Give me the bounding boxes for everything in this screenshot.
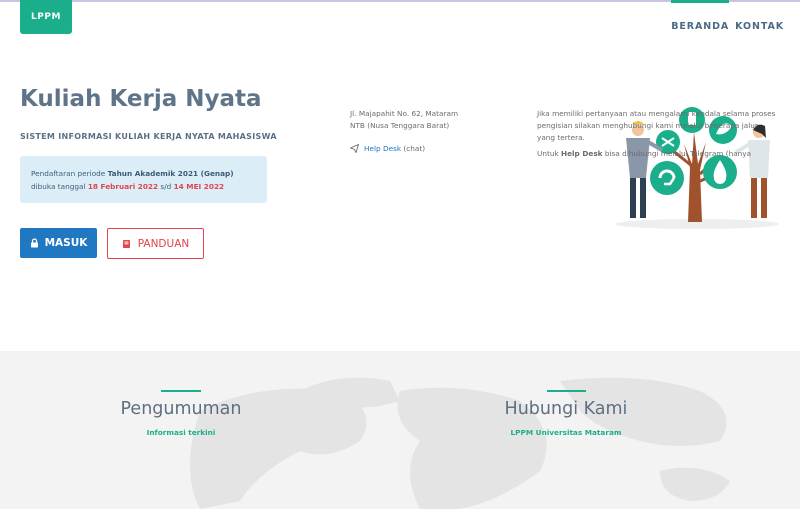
telegram-bold: Help Desk [561, 149, 603, 158]
notice-line-1: Pendaftaran periode Tahun Akademik 2021 … [31, 167, 267, 180]
masuk-label: MASUK [44, 237, 88, 249]
notice-end-date: 14 MEI 2022 [173, 182, 225, 191]
main-nav: BERANDA KONTAK [671, 0, 784, 40]
helpdesk-suffix: (chat) [401, 144, 426, 153]
contact-telegram-note: Untuk Help Desk bisa dihubungi melalui T… [537, 148, 777, 160]
masuk-button[interactable]: MASUK [20, 228, 97, 258]
paper-plane-icon [350, 144, 359, 153]
page-title: Kuliah Kerja Nyata [20, 86, 262, 112]
address-line-2: NTB (Nusa Tenggara Barat) [350, 121, 450, 130]
pengumuman-divider [161, 390, 201, 392]
notice-line-2: dibuka tanggal 18 Februari 2022 s/d 14 M… [31, 180, 267, 193]
telegram-rest: bisa dihubungi melalui Telegram (hanya [602, 149, 752, 158]
book-icon [122, 239, 130, 248]
logo[interactable]: LPPM [20, 0, 72, 34]
notice-date-prefix: dibuka tanggal [31, 182, 88, 191]
page-subtitle: SISTEM INFORMASI KULIAH KERJA NYATA MAHA… [20, 132, 277, 141]
hubungi-divider [547, 390, 586, 392]
registration-notice: Pendaftaran periode Tahun Akademik 2021 … [20, 156, 267, 203]
notice-separator: s/d [158, 182, 174, 191]
panduan-label: PANDUAN [137, 237, 190, 250]
lock-icon [30, 238, 38, 248]
telegram-prefix: Untuk [537, 149, 561, 158]
nav-item-beranda[interactable]: BERANDA [671, 0, 730, 40]
info-section: Pengumuman Informasi terkini Hubungi Kam… [0, 351, 800, 509]
helpdesk-link[interactable]: Help Desk (chat) [350, 144, 425, 153]
hubungi-subtitle: LPPM Universitas Mataram [510, 428, 622, 437]
contact-address: Jl. Majapahit No. 62, Mataram NTB (Nusa … [350, 108, 458, 132]
panduan-button[interactable]: PANDUAN [107, 228, 204, 259]
contact-intro: Jika memiliki pertanyaan atau mengalami … [537, 109, 776, 142]
address-line-1: Jl. Majapahit No. 62, Mataram [350, 109, 459, 118]
notice-prefix: Pendaftaran periode [31, 169, 108, 178]
notice-period: Tahun Akademik 2021 (Genap) [107, 169, 234, 178]
hubungi-title: Hubungi Kami [504, 399, 628, 419]
notice-start-date: 18 Februari 2022 [87, 182, 159, 191]
nav-item-kontak[interactable]: KONTAK [735, 0, 784, 40]
pengumuman-subtitle: Informasi terkini [146, 428, 216, 437]
helpdesk-label[interactable]: Help Desk [364, 144, 401, 153]
pengumuman-title: Pengumuman [120, 399, 242, 419]
